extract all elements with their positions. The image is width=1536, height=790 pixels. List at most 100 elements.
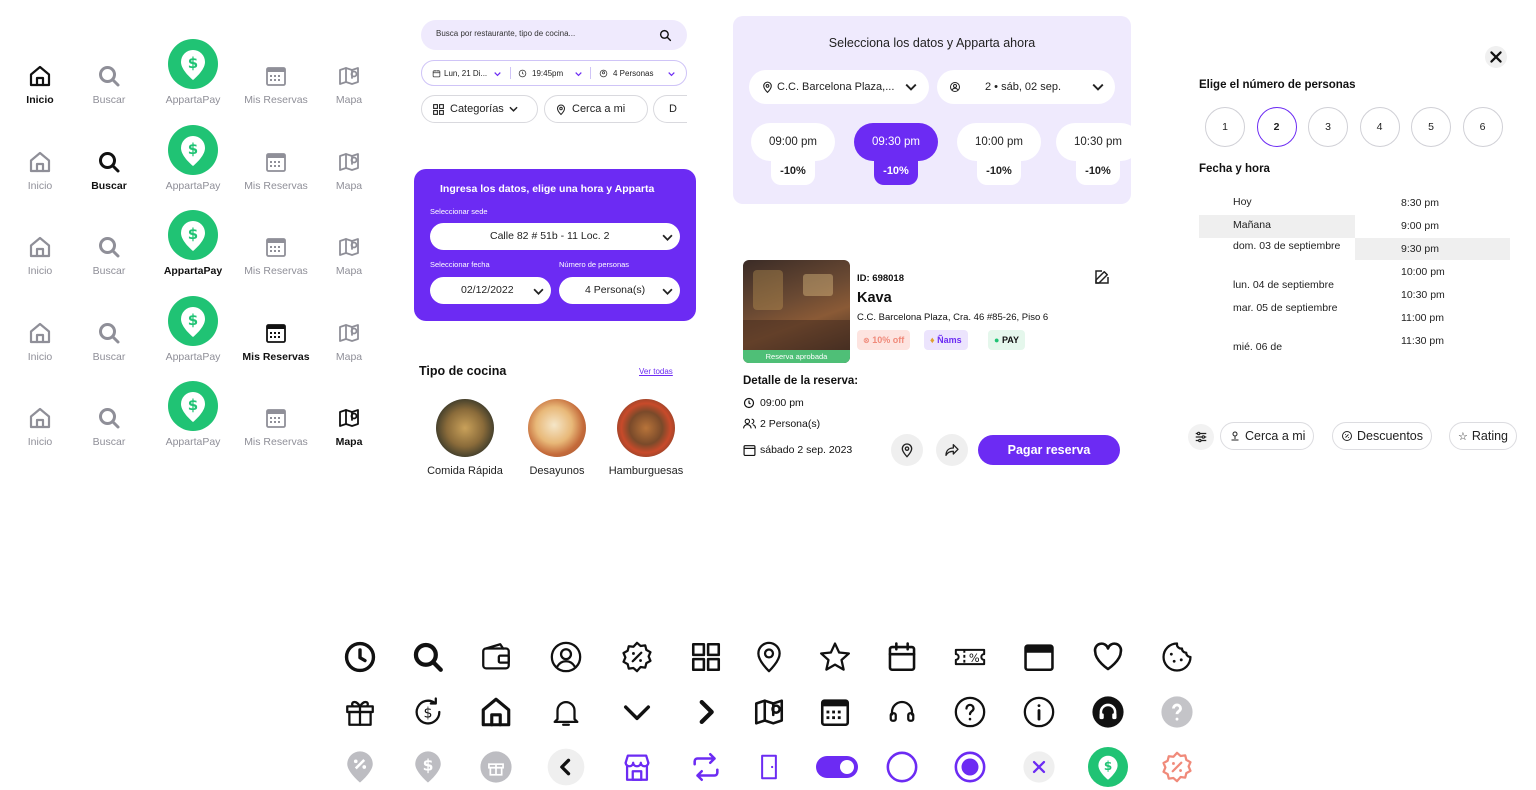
discount-outline-icon [1157,747,1197,787]
discounts-chip[interactable]: D [653,95,687,123]
people-option[interactable]: 4 [1359,107,1400,147]
cuisine-item-desayunos[interactable]: Desayunos [512,399,602,477]
time-slot[interactable]: 10:00 pm [957,123,1041,161]
day-option[interactable]: dom. 03 de septiembre [1199,240,1355,272]
discount-badge: ⊗ 10% off [857,330,911,350]
nav-item-apparta-pay[interactable]: $ AppartaPay [153,376,233,456]
nav-item-mapa[interactable]: Mapa [309,291,389,371]
restaurant-photo: Reserva aprobada [743,260,850,363]
time-slot[interactable]: 09:00 pm [751,123,835,161]
nav-item-mapa[interactable]: Mapa [309,120,389,200]
map-icon [337,64,361,88]
location-select[interactable]: C.C. Barcelona Plaza,... [749,70,929,104]
apparta-pay-icon: ● [994,335,1000,345]
apparta-pay-icon: $ [168,210,218,260]
cuisine-item-hamburguesas[interactable]: Hamburguesas [601,399,691,477]
close-circle-icon[interactable] [1019,747,1059,787]
nav-item-buscar[interactable]: Buscar [69,291,149,371]
nav-item-mis-reservas[interactable]: Mis Reservas [236,376,316,456]
nearby-chip[interactable]: Cerca a mi [544,95,648,123]
nav-item-mis-reservas[interactable]: Mis Reservas [236,34,316,114]
search-icon[interactable] [659,29,672,42]
filter-settings-button[interactable] [1188,424,1214,450]
pay-reservation-button[interactable]: Pagar reserva [978,435,1120,465]
people-option[interactable]: 2 [1256,107,1297,147]
nav-item-mis-reservas[interactable]: Mis Reservas [236,120,316,200]
nav-item-apparta-pay[interactable]: $ AppartaPay [153,120,233,200]
people-option[interactable]: 5 [1411,107,1451,147]
day-option[interactable]: Hoy [1199,196,1355,210]
nav-item-inicio[interactable]: Inicio [0,120,80,200]
home-icon [28,150,52,174]
back-button-icon[interactable] [546,747,586,787]
close-icon[interactable] [1485,46,1507,68]
nav-item-label: Mis Reservas [244,265,308,277]
nav-item-buscar[interactable]: Buscar [69,205,149,285]
hour-option[interactable]: 9:00 pm [1355,220,1510,234]
nearby-filter-chip[interactable]: Cerca a mi [1220,422,1315,450]
svg-text:%: % [969,651,980,665]
heart-icon [1088,637,1128,677]
nav-item-mis-reservas[interactable]: Mis Reservas [236,205,316,285]
discounts-filter-chip[interactable]: Descuentos [1332,422,1433,450]
home-icon [28,235,52,259]
calendar-icon [432,70,441,78]
people-option[interactable]: 3 [1308,107,1348,147]
nearby-filter-label: Cerca a mi [1245,429,1306,443]
personas-select[interactable]: 4 Persona(s) [559,277,680,304]
hour-option[interactable]: 10:30 pm [1355,289,1510,303]
chevron-down-icon [662,288,673,295]
nav-item-buscar[interactable]: Buscar [69,376,149,456]
nav-item-apparta-pay[interactable]: $ AppartaPay [153,205,233,285]
hour-option[interactable]: 8:30 pm [1355,197,1510,211]
nav-item-buscar[interactable]: Buscar [69,34,149,114]
nav-item-inicio[interactable]: Inicio [0,205,80,285]
fecha-select[interactable]: 02/12/2022 [430,277,551,304]
time-slot[interactable]: 10:30 pm [1056,123,1131,161]
sede-select[interactable]: Calle 82 # 51b - 11 Loc. 2 [430,223,680,250]
chevron-down-icon [509,106,518,112]
hour-option[interactable]: 10:00 pm [1355,266,1510,280]
date-value: Lun, 21 Di... [444,69,488,78]
day-option[interactable]: mié. 06 de [1199,341,1355,355]
nav-item-mapa[interactable]: Mapa [309,376,389,456]
day-option[interactable]: mar. 05 de septiembre [1199,302,1355,334]
svg-text:$: $ [188,54,198,72]
nav-item-mis-reservas[interactable]: Mis Reservas [236,291,316,371]
nav-item-mapa[interactable]: Mapa [309,205,389,285]
see-all-link[interactable]: Ver todas [639,367,673,376]
sliders-icon [1195,431,1207,443]
location-button[interactable] [891,434,923,466]
search-bar[interactable]: Busca por restaurante, tipo de cocina... [421,20,687,50]
people-option[interactable]: 1 [1205,107,1245,147]
radio-off-icon[interactable] [882,747,922,787]
nav-item-apparta-pay[interactable]: $ AppartaPay [153,291,233,371]
nav-item-buscar[interactable]: Buscar [69,120,149,200]
hour-option[interactable]: 11:30 pm [1355,335,1510,349]
cuisine-item-comida-rapida[interactable]: Comida Rápida [420,399,510,477]
rating-filter-chip[interactable]: ☆ Rating [1449,422,1518,450]
home-icon [28,321,52,345]
categories-chip[interactable]: Categorías [421,95,538,123]
edit-icon[interactable] [1093,268,1111,286]
nav-item-inicio[interactable]: Inicio [0,376,80,456]
nav-item-mapa[interactable]: Mapa [309,34,389,114]
share-button[interactable] [936,434,968,466]
toggle-on-icon[interactable] [815,747,859,787]
radio-on-icon[interactable] [950,747,990,787]
bottom-nav-variant: Inicio Buscar $ AppartaPay Mis Reservas Mapa [0,34,380,114]
nav-item-inicio[interactable]: Inicio [0,34,80,114]
booking-filter-pill[interactable]: Lun, 21 Di... 19:45pm 4 Personas [421,60,687,86]
people-date-select[interactable]: 2 • sáb, 02 sep. [937,70,1115,104]
day-option[interactable]: Mañana [1199,215,1355,238]
people-option[interactable]: 6 [1462,107,1503,147]
time-slot[interactable]: 09:30 pm [854,123,938,161]
nav-item-apparta-pay[interactable]: $ AppartaPay [153,34,233,114]
nav-item-inicio[interactable]: Inicio [0,291,80,371]
hour-option[interactable]: 11:00 pm [1355,312,1510,326]
discount-pin-icon [340,747,380,787]
chevron-down-icon [617,692,657,732]
day-option[interactable]: lun. 04 de septiembre [1199,279,1355,293]
nav-item-label: Mis Reservas [244,436,308,448]
hour-option[interactable]: 9:30 pm [1355,238,1510,260]
